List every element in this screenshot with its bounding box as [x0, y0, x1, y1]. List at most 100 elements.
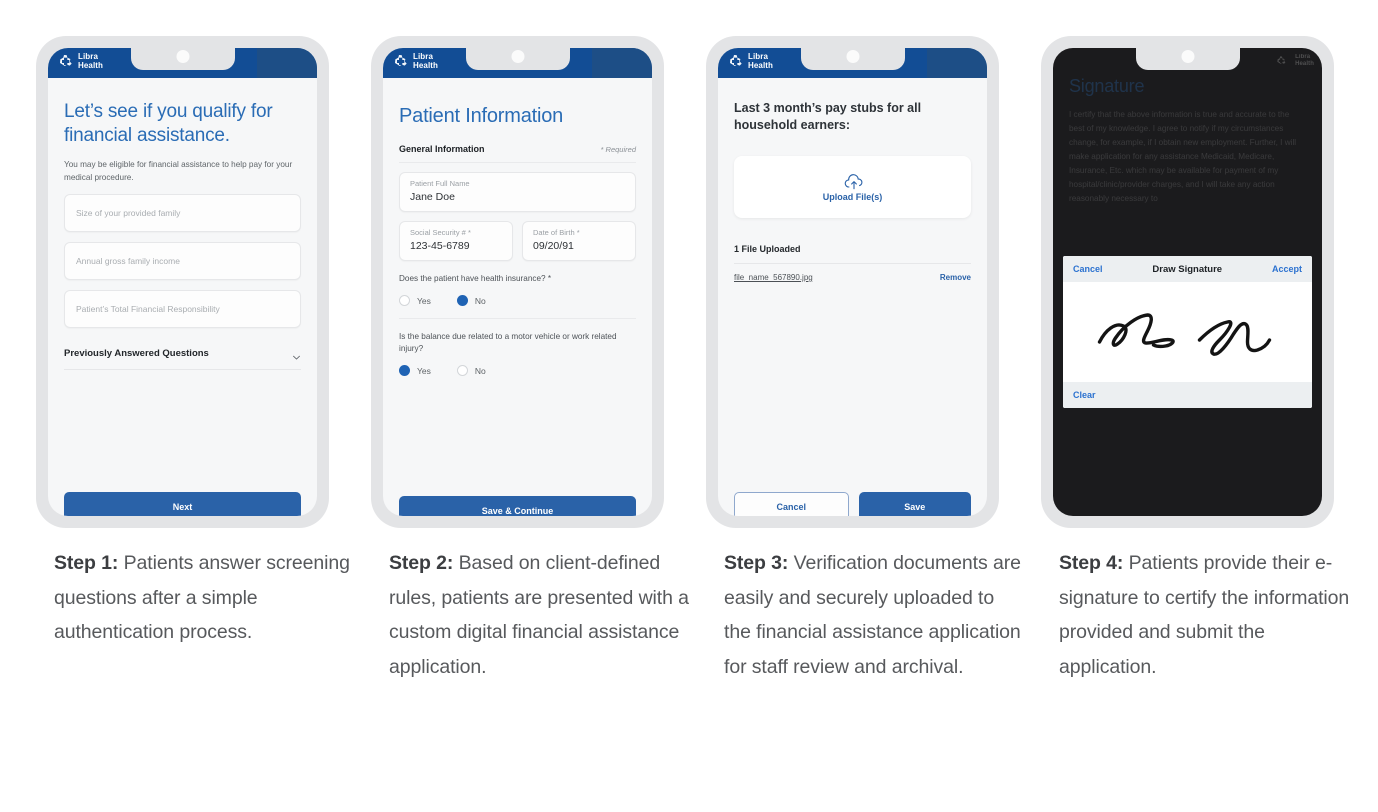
uploaded-file-name[interactable]: file_name_567890.jpg — [734, 273, 813, 282]
signature-clear-button[interactable]: Clear — [1073, 390, 1096, 400]
screen-body-1: Let’s see if you qualify for financial a… — [48, 100, 317, 516]
social-security-label: Social Security # * — [410, 228, 471, 237]
question-injury-related: Is the balance due related to a motor ve… — [399, 319, 636, 388]
radio-health-insurance-yes[interactable]: Yes — [399, 295, 431, 306]
draw-signature-dialog: Cancel Draw Signature Accept Clear — [1063, 256, 1312, 408]
step-column-2: Libra Health Patient Information General … — [371, 0, 706, 812]
step-caption-2: Step 2: Based on client-defined rules, p… — [389, 546, 689, 684]
brand-name-1: Libra Health — [78, 52, 104, 70]
save-and-continue-button[interactable]: Save & Continue — [399, 496, 636, 516]
screen-body-3: Last 3 month’s pay stubs for all househo… — [718, 100, 987, 516]
signature-dialog-toolbar: Cancel Draw Signature Accept — [1063, 256, 1312, 282]
step-column-3: Libra Health Last 3 month’s pay stubs for… — [706, 0, 1041, 812]
next-button[interactable]: Next — [64, 492, 301, 516]
brand-name-2: Libra Health — [413, 52, 439, 70]
signature-accept-button[interactable]: Accept — [1272, 264, 1302, 274]
radio-health-insurance-no[interactable]: No — [456, 295, 486, 306]
previously-answered-questions-accordion[interactable]: Previously Answered Questions — [64, 348, 301, 370]
uploaded-files-header: 1 File Uploaded — [734, 244, 801, 254]
cloud-upload-icon — [843, 173, 863, 189]
remove-file-button[interactable]: Remove — [940, 273, 971, 282]
financial-responsibility-input[interactable]: Patient’s Total Financial Responsibility — [64, 290, 301, 328]
medical-cross-icon — [393, 53, 409, 69]
step-label-3: Step 3: — [724, 552, 789, 574]
financial-responsibility-placeholder: Patient’s Total Financial Responsibility — [76, 304, 220, 314]
radio-label: Yes — [417, 365, 431, 376]
step-column-1: Libra Health Let’s see if you qualify for… — [36, 0, 371, 812]
radio-dot — [399, 295, 410, 306]
phone-mockup-3: Libra Health Last 3 month’s pay stubs for… — [706, 36, 999, 528]
patient-full-name-value: Jane Doe — [410, 191, 455, 203]
phone-camera-4 — [1181, 50, 1194, 63]
signature-canvas[interactable] — [1063, 282, 1312, 382]
phone-camera-3 — [846, 50, 859, 63]
step-label-2: Step 2: — [389, 552, 454, 574]
header-corner-block — [927, 48, 987, 78]
upload-label: Upload File(s) — [822, 191, 883, 202]
medical-cross-icon — [728, 53, 744, 69]
step-label-4: Step 4: — [1059, 552, 1124, 574]
save-button[interactable]: Save — [858, 492, 971, 516]
ssn-dob-row: Social Security # * 123-45-6789 Date of … — [399, 212, 636, 261]
handwritten-signature — [1097, 313, 1272, 356]
annual-income-placeholder: Annual gross family income — [76, 256, 180, 266]
radio-dot — [456, 365, 468, 376]
cancel-button[interactable]: Cancel — [734, 492, 849, 516]
upload-question-title: Last 3 month’s pay stubs for all househo… — [734, 101, 922, 132]
radio-group-injury-related: Yes No — [399, 365, 636, 376]
phone-screen-2: Libra Health Patient Information General … — [383, 48, 652, 516]
page-title-4: Signature — [1069, 76, 1145, 96]
phone-camera-2 — [511, 50, 524, 63]
annual-income-input[interactable]: Annual gross family income — [64, 242, 301, 280]
family-size-input[interactable]: Size of your provided family — [64, 194, 301, 232]
radio-group-health-insurance: Yes No — [399, 295, 636, 306]
date-of-birth-label: Date of Birth * — [533, 228, 580, 237]
step-label-1: Step 1: — [54, 552, 119, 574]
header-corner-block — [592, 48, 652, 78]
radio-injury-yes[interactable]: Yes — [399, 365, 431, 376]
brand-logo-3: Libra Health — [728, 52, 773, 70]
social-security-field[interactable]: Social Security # * 123-45-6789 — [399, 221, 513, 261]
patient-full-name-label: Patient Full Name — [410, 179, 470, 188]
upload-dropzone[interactable]: Upload File(s) — [734, 156, 971, 218]
accordion-label: Previously Answered Questions — [64, 348, 209, 359]
date-of-birth-field[interactable]: Date of Birth * 09/20/91 — [522, 221, 636, 261]
brand-logo-1: Libra Health — [58, 52, 103, 70]
phone-screen-4: Libra Health Signature I certify that the… — [1053, 48, 1322, 516]
chevron-down-icon — [292, 349, 301, 360]
phone-mockup-2: Libra Health Patient Information General … — [371, 36, 664, 528]
page-title-2: Patient Information — [399, 105, 564, 127]
date-of-birth-value: 09/20/91 — [533, 240, 574, 252]
signature-dialog-title: Draw Signature — [1152, 263, 1223, 275]
radio-label: No — [474, 365, 486, 376]
page-title-1: Let’s see if you qualify for financial a… — [64, 101, 273, 146]
brand-logo-2: Libra Health — [393, 52, 438, 70]
phone-mockup-1: Libra Health Let’s see if you qualify for… — [36, 36, 329, 528]
certification-legal-text: I certify that the above information is … — [1069, 110, 1297, 203]
screen-body-2: Patient Information General Information … — [383, 104, 652, 516]
radio-dot-selected — [456, 295, 468, 306]
divider — [734, 263, 971, 264]
signature-cancel-button[interactable]: Cancel — [1073, 264, 1103, 274]
page-subtext-1: You may be eligible for financial assist… — [64, 160, 293, 182]
family-size-placeholder: Size of your provided family — [76, 208, 181, 218]
uploaded-file-row: file_name_567890.jpg Remove — [734, 273, 971, 282]
brand-name-4: Libra Health — [1295, 54, 1314, 67]
step-caption-4: Step 4: Patients provide their e-signatu… — [1059, 546, 1359, 684]
radio-injury-no[interactable]: No — [456, 365, 486, 376]
step-column-4: Libra Health Signature I certify that the… — [1041, 0, 1376, 812]
social-security-value: 123-45-6789 — [410, 240, 470, 252]
required-note: * Required — [600, 145, 636, 154]
step-caption-3: Step 3: Verification documents are easil… — [724, 546, 1024, 684]
phone-camera-1 — [176, 50, 189, 63]
medical-cross-icon — [1276, 53, 1292, 69]
question-text: Does the patient have health insurance? … — [399, 274, 552, 283]
section-header-general-information: General Information * Required — [399, 144, 636, 163]
radio-dot-selected — [399, 365, 410, 376]
patient-full-name-field[interactable]: Patient Full Name Jane Doe — [399, 172, 636, 212]
radio-label: No — [474, 295, 486, 306]
phone-mockup-4: Libra Health Signature I certify that the… — [1041, 36, 1334, 528]
phone-screen-3: Libra Health Last 3 month’s pay stubs for… — [718, 48, 987, 516]
medical-cross-icon — [58, 53, 74, 69]
section-title: General Information — [399, 144, 485, 154]
